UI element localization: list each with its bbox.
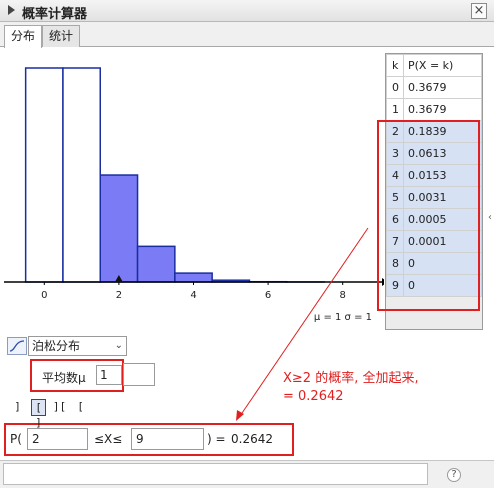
right-sided-button[interactable]: [ (73, 399, 88, 416)
help-icon[interactable]: ? (447, 468, 461, 482)
interval-button[interactable]: [ ] (31, 399, 46, 429)
chevron-left-icon[interactable]: ‹ (488, 212, 492, 223)
mean-input[interactable]: 1 (96, 365, 122, 385)
mean-input-frame[interactable] (123, 363, 155, 386)
prob-prefix: P( (10, 432, 22, 446)
annotation-text: X≥2 的概率, 全加起来, = 0.2642 (283, 370, 419, 406)
upper-bound-input[interactable]: 9 (131, 428, 204, 450)
annotation-line-1: X≥2 的概率, 全加起来, (283, 371, 419, 386)
distribution-select[interactable]: 泊松分布 ⌄ (28, 336, 127, 356)
mean-label: 平均数μ (42, 371, 86, 385)
annotation-line-2: = 0.2642 (283, 389, 344, 404)
inequality-label: ≤X≤ (94, 432, 123, 446)
chevron-down-icon: ⌄ (114, 340, 123, 351)
lower-bound-input[interactable]: 2 (27, 428, 88, 450)
left-sided-button[interactable]: ] (10, 399, 25, 416)
two-tailed-button[interactable]: ][ (52, 399, 67, 416)
equals-label: ) = (207, 432, 226, 446)
distribution-select-value: 泊松分布 (32, 339, 81, 353)
distribution-curve-icon[interactable] (7, 337, 27, 355)
probability-result: 0.2642 (231, 432, 273, 446)
input-bar[interactable] (3, 463, 428, 485)
